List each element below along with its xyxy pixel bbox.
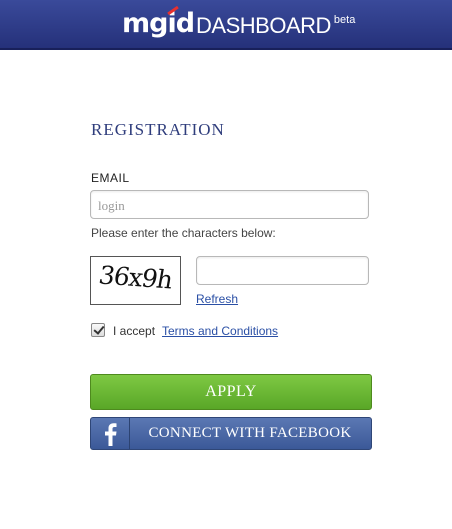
- connect-with-facebook-button[interactable]: CONNECT WITH FACEBOOK: [90, 417, 372, 450]
- email-label: EMAIL: [91, 171, 130, 185]
- page-title: REGISTRATION: [91, 120, 225, 139]
- email-input[interactable]: login: [90, 190, 369, 219]
- facebook-button-label: CONNECT WITH FACEBOOK: [148, 425, 352, 441]
- captcha-input[interactable]: [196, 256, 369, 285]
- accept-terms-checkbox[interactable]: [91, 323, 105, 337]
- product-name: DASHBOARD: [196, 13, 331, 38]
- accept-label: I accept: [113, 324, 156, 338]
- brand-name: mgid: [122, 8, 195, 39]
- apply-button[interactable]: APPLY: [90, 374, 372, 410]
- mgid-dashboard-logo[interactable]: mgid DASHBOARD beta: [122, 5, 356, 41]
- facebook-icon-box: [91, 418, 130, 449]
- refresh-captcha-link[interactable]: Refresh: [196, 292, 238, 306]
- captcha-hint: Please enter the characters below:: [91, 226, 276, 240]
- terms-and-conditions-link[interactable]: Terms and Conditions: [162, 324, 278, 338]
- top-header-bar: mgid DASHBOARD beta: [0, 0, 452, 50]
- captcha-characters: 36x9h: [96, 260, 175, 295]
- beta-badge: beta: [333, 14, 356, 26]
- facebook-f-icon: [105, 422, 117, 446]
- captcha-image: 36x9h: [90, 256, 181, 305]
